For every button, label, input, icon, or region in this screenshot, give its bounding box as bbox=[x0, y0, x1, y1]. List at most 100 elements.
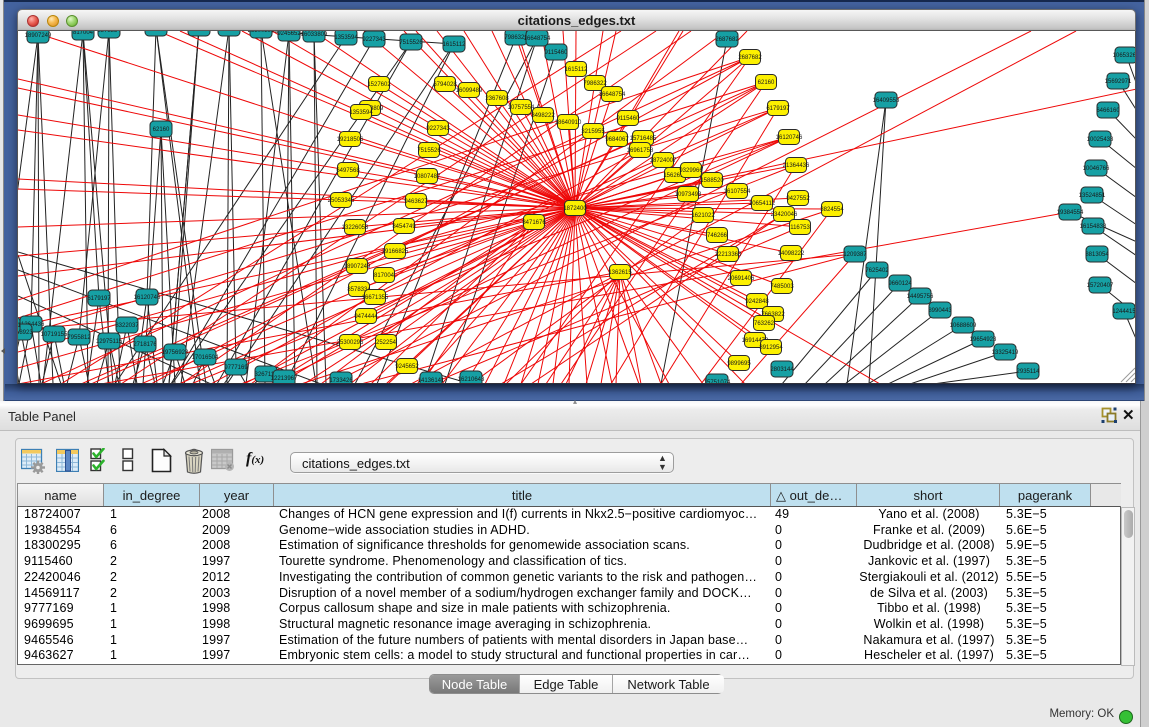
svg-text:9329966: 9329966 bbox=[679, 168, 703, 174]
svg-text:2687682: 2687682 bbox=[715, 37, 739, 43]
svg-text:1872400: 1872400 bbox=[563, 206, 587, 212]
svg-text:7625402: 7625402 bbox=[865, 268, 889, 274]
svg-text:15751074: 15751074 bbox=[704, 380, 731, 384]
svg-text:1615112: 1615112 bbox=[443, 42, 467, 48]
svg-text:8322037: 8322037 bbox=[115, 323, 139, 329]
svg-text:16107554: 16107554 bbox=[724, 189, 751, 195]
svg-text:817004: 817004 bbox=[374, 273, 395, 279]
svg-text:6179197: 6179197 bbox=[87, 296, 111, 302]
svg-text:1244415: 1244415 bbox=[1112, 309, 1136, 315]
svg-text:10025433: 10025433 bbox=[1087, 137, 1114, 143]
svg-text:16648754: 16648754 bbox=[599, 92, 626, 98]
svg-text:2803144: 2803144 bbox=[770, 367, 794, 373]
svg-text:9427552: 9427552 bbox=[786, 196, 810, 202]
svg-text:16154838: 16154838 bbox=[1080, 224, 1107, 230]
svg-text:13325419: 13325419 bbox=[992, 350, 1019, 356]
svg-text:3215955: 3215955 bbox=[581, 129, 605, 135]
svg-text:7986322: 7986322 bbox=[583, 81, 607, 87]
svg-text:116753: 116753 bbox=[790, 225, 810, 231]
svg-text:9245652: 9245652 bbox=[277, 31, 301, 37]
svg-text:21364436: 21364436 bbox=[783, 163, 810, 169]
svg-text:12213967: 12213967 bbox=[271, 376, 298, 382]
svg-text:8912954: 8912954 bbox=[759, 345, 783, 351]
svg-text:7955812: 7955812 bbox=[67, 335, 91, 341]
svg-text:16210643: 16210643 bbox=[458, 377, 485, 383]
svg-text:6179197: 6179197 bbox=[766, 106, 790, 112]
svg-text:9227343: 9227343 bbox=[426, 126, 450, 132]
svg-text:13524851: 13524851 bbox=[1079, 193, 1106, 199]
svg-text:17016504: 17016504 bbox=[192, 355, 219, 361]
svg-text:10807487: 10807487 bbox=[414, 174, 441, 180]
svg-text:1209387: 1209387 bbox=[843, 252, 867, 258]
svg-text:10973493: 10973493 bbox=[675, 192, 702, 198]
svg-text:16120746: 16120746 bbox=[134, 295, 161, 301]
svg-text:15692971: 15692971 bbox=[1105, 79, 1132, 85]
svg-text:9227343: 9227343 bbox=[362, 37, 386, 43]
svg-text:6794028: 6794028 bbox=[433, 82, 457, 88]
svg-text:25300295: 25300295 bbox=[337, 340, 364, 346]
svg-text:2687682: 2687682 bbox=[738, 55, 762, 61]
svg-text:8938923: 8938923 bbox=[18, 330, 33, 336]
svg-text:8813054: 8813054 bbox=[1085, 252, 1109, 258]
svg-text:9684067: 9684067 bbox=[605, 137, 629, 143]
svg-text:9474444: 9474444 bbox=[187, 31, 211, 32]
svg-text:10046766: 10046766 bbox=[1083, 166, 1110, 172]
svg-text:18640910: 18640910 bbox=[555, 120, 582, 126]
svg-text:9660124: 9660124 bbox=[888, 281, 912, 287]
svg-text:14136141: 14136141 bbox=[418, 378, 445, 384]
svg-text:1353594: 1353594 bbox=[349, 110, 373, 116]
svg-text:9242848: 9242848 bbox=[745, 299, 769, 305]
svg-text:9463627: 9463627 bbox=[404, 199, 428, 205]
svg-text:8454749: 8454749 bbox=[392, 224, 416, 230]
svg-text:18907249: 18907249 bbox=[25, 33, 52, 39]
svg-text:1588520: 1588520 bbox=[700, 178, 724, 184]
svg-text:252254: 252254 bbox=[376, 340, 397, 346]
svg-text:3824554: 3824554 bbox=[820, 207, 844, 213]
svg-text:1353594: 1353594 bbox=[334, 35, 358, 41]
svg-text:8990443: 8990443 bbox=[928, 308, 952, 314]
svg-text:16671355: 16671355 bbox=[362, 295, 389, 301]
svg-text:9245652: 9245652 bbox=[395, 364, 419, 370]
svg-text:746266: 746266 bbox=[707, 233, 728, 239]
svg-text:9474444: 9474444 bbox=[354, 314, 378, 320]
svg-text:18907249: 18907249 bbox=[344, 264, 371, 270]
svg-text:20691406: 20691406 bbox=[728, 276, 755, 282]
svg-text:19218506: 19218506 bbox=[337, 137, 364, 143]
svg-text:1621022: 1621022 bbox=[691, 213, 715, 219]
svg-text:16120746: 16120746 bbox=[776, 135, 803, 141]
svg-text:2718176: 2718176 bbox=[133, 342, 157, 348]
svg-text:1733426: 1733426 bbox=[329, 378, 353, 384]
svg-text:14098222: 14098222 bbox=[778, 251, 805, 257]
svg-text:9899695: 9899695 bbox=[727, 361, 751, 367]
svg-text:16961758: 16961758 bbox=[627, 148, 654, 154]
svg-text:19756928: 19756928 bbox=[162, 350, 189, 356]
svg-text:16409553: 16409553 bbox=[873, 98, 900, 104]
svg-text:18724007: 18724007 bbox=[650, 158, 677, 164]
svg-text:25053346: 25053346 bbox=[328, 198, 355, 204]
svg-text:16099489: 16099489 bbox=[456, 88, 483, 94]
svg-text:16648754: 16648754 bbox=[524, 36, 551, 42]
svg-text:9777169: 9777169 bbox=[224, 365, 248, 371]
svg-text:16033809: 16033809 bbox=[301, 32, 328, 38]
svg-text:23420046: 23420046 bbox=[771, 212, 798, 218]
svg-text:62160: 62160 bbox=[758, 80, 775, 86]
svg-text:62160: 62160 bbox=[153, 127, 170, 133]
svg-text:2935114: 2935114 bbox=[1017, 369, 1041, 375]
svg-text:9115460: 9115460 bbox=[617, 116, 641, 122]
svg-text:10757554: 10757554 bbox=[508, 105, 535, 111]
svg-text:14495756: 14495756 bbox=[907, 294, 934, 300]
svg-text:7515526: 7515526 bbox=[399, 40, 423, 46]
svg-text:19384554: 19384554 bbox=[1057, 210, 1084, 216]
svg-text:16671355: 16671355 bbox=[143, 31, 170, 32]
svg-text:252254: 252254 bbox=[219, 31, 240, 32]
svg-text:10653267: 10653267 bbox=[1113, 53, 1136, 59]
svg-text:19654923: 19654923 bbox=[970, 337, 997, 343]
svg-text:1362615: 1362615 bbox=[608, 270, 632, 276]
svg-text:19166825: 19166825 bbox=[382, 249, 409, 255]
svg-text:12213363: 12213363 bbox=[715, 252, 742, 258]
svg-text:6497568: 6497568 bbox=[336, 168, 360, 174]
svg-text:10719155: 10719155 bbox=[41, 332, 68, 338]
svg-text:10688609: 10688609 bbox=[950, 323, 977, 329]
svg-text:763262: 763262 bbox=[754, 321, 775, 327]
svg-text:12975115: 12975115 bbox=[96, 339, 123, 345]
